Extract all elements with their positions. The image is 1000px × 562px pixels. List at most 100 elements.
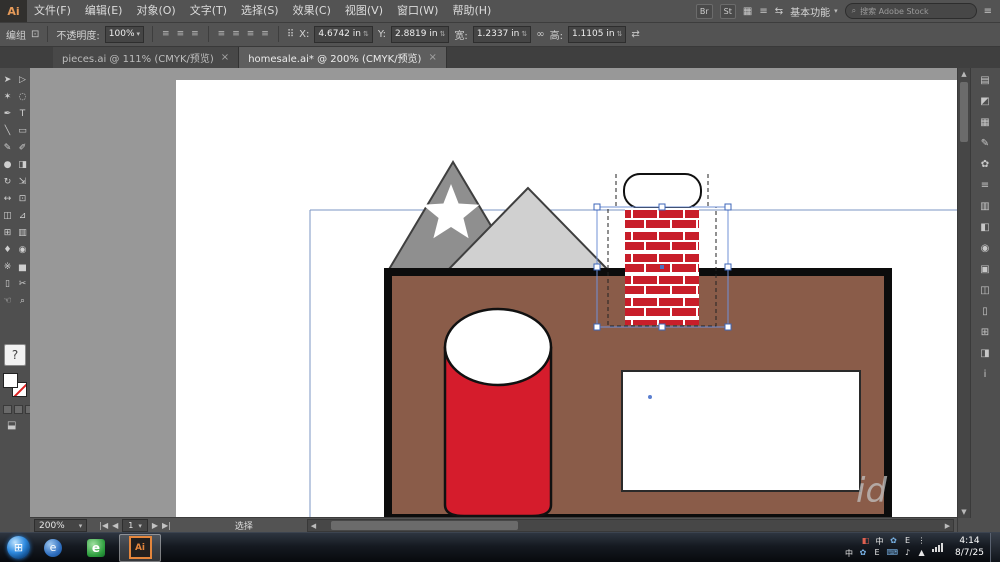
show-desktop-button[interactable] <box>990 533 1000 562</box>
arrange-grid-icon[interactable]: ▦ <box>743 6 752 17</box>
lasso-tool[interactable]: ◌ <box>16 90 30 105</box>
eraser-tool[interactable]: ◨ <box>16 158 30 173</box>
scroll-thumb[interactable] <box>960 82 968 142</box>
next-artboard-button[interactable]: ▶ <box>152 521 158 530</box>
y-input[interactable]: 2.8819 in ⇅ <box>391 26 449 43</box>
menu-view[interactable]: 视图(V) <box>338 0 390 22</box>
tray-app-icon[interactable]: ◧ <box>861 536 870 547</box>
paintbrush-tool[interactable]: ✎ <box>1 141 15 156</box>
color-guide-panel-icon[interactable]: ◩ <box>974 95 996 109</box>
artboards-panel-icon[interactable]: ▯ <box>974 305 996 319</box>
free-transform-tool[interactable]: ⊡ <box>16 192 30 207</box>
gradient-tool[interactable]: ▥ <box>16 226 30 241</box>
door-rectangle-shape[interactable] <box>622 371 860 491</box>
graphic-styles-panel-icon[interactable]: ▣ <box>974 263 996 277</box>
artboard-number-select[interactable]: 1 ▾ <box>122 519 148 532</box>
appearance-panel-icon[interactable]: ◉ <box>974 242 996 256</box>
scroll-up-button[interactable]: ▲ <box>958 68 970 80</box>
pathfinder-panel-icon[interactable]: ◨ <box>974 347 996 361</box>
symbols-panel-icon[interactable]: ✿ <box>974 158 996 172</box>
handle-mid-left[interactable] <box>594 264 600 270</box>
symbol-sprayer-tool[interactable]: ※ <box>1 260 15 275</box>
panel-menu-icon[interactable]: ≡ <box>984 6 992 17</box>
scroll-track[interactable] <box>319 520 942 531</box>
distribute-icon[interactable]: ≡ <box>260 29 270 39</box>
share-icon[interactable]: ⇆ <box>775 6 783 17</box>
blend-tool[interactable]: ◉ <box>16 243 30 258</box>
ime-settings-icon[interactable]: ✿ <box>858 548 867 559</box>
handle-bottom-center[interactable] <box>659 324 665 330</box>
taskbar-browser1[interactable]: e <box>33 535 73 561</box>
menu-type[interactable]: 文字(T) <box>183 0 234 22</box>
slice-tool[interactable]: ✂ <box>16 277 30 292</box>
artboard-tool[interactable]: ▯ <box>1 277 15 292</box>
ime-english-icon[interactable]: E <box>872 548 881 559</box>
line-segment-tool[interactable]: ╲ <box>1 124 15 139</box>
draw-behind-icon[interactable] <box>14 405 23 414</box>
show-hidden-icons[interactable]: ▲ <box>917 548 926 559</box>
reference-point-icon[interactable]: ⠿ <box>287 29 294 40</box>
selection-center-point[interactable] <box>660 265 664 269</box>
bridge-icon[interactable]: Br <box>696 4 713 19</box>
hand-tool[interactable]: ☜ <box>1 294 15 309</box>
align-right-icon[interactable]: ≡ <box>190 29 200 39</box>
taskbar-browser2[interactable]: e <box>76 535 116 561</box>
cylinder-top-ellipse-shape[interactable] <box>445 309 551 385</box>
stroke-panel-icon[interactable]: ≡ <box>974 179 996 193</box>
fill-stroke-control[interactable] <box>3 373 27 397</box>
perspective-grid-tool[interactable]: ⊿ <box>16 209 30 224</box>
scroll-right-button[interactable]: ▶ <box>942 522 953 530</box>
handle-bottom-right[interactable] <box>725 324 731 330</box>
selection-tool[interactable]: ➤ <box>1 73 15 88</box>
direct-selection-tool[interactable]: ▷ <box>16 73 30 88</box>
chimney-cap-shape[interactable] <box>624 174 701 208</box>
arrange-list-icon[interactable]: ≡ <box>759 6 767 17</box>
network-icon[interactable] <box>932 543 943 552</box>
tab-pieces[interactable]: pieces.ai @ 111% (CMYK/预览) × <box>53 47 239 68</box>
menu-effect[interactable]: 效果(C) <box>286 0 338 22</box>
width-tool[interactable]: ↔ <box>1 192 15 207</box>
stock-icon[interactable]: St <box>720 4 736 19</box>
scale-tool[interactable]: ⇲ <box>16 175 30 190</box>
info-panel-icon[interactable]: i <box>974 368 996 382</box>
help-tooltip[interactable]: ? <box>4 344 26 366</box>
transparency-panel-icon[interactable]: ◧ <box>974 221 996 235</box>
height-input[interactable]: 1.1105 in ⇅ <box>568 26 626 43</box>
align-middle-icon[interactable]: ≡ <box>231 29 241 39</box>
spinner-icon[interactable]: ⇅ <box>363 30 369 38</box>
ime-settings-icon[interactable]: ✿ <box>889 536 898 547</box>
swatches-panel-icon[interactable]: ▦ <box>974 116 996 130</box>
spinner-icon[interactable]: ⇅ <box>521 30 527 38</box>
draw-normal-icon[interactable] <box>3 405 12 414</box>
pencil-tool[interactable]: ✐ <box>16 141 30 156</box>
magic-wand-tool[interactable]: ✶ <box>1 90 15 105</box>
color-panel-icon[interactable]: ▤ <box>974 74 996 88</box>
handle-bottom-left[interactable] <box>594 324 600 330</box>
adobe-stock-search-input[interactable]: ⌕ 搜索 Adobe Stock <box>845 3 977 19</box>
mesh-tool[interactable]: ⊞ <box>1 226 15 241</box>
shear-icon[interactable]: ⇄ <box>631 29 639 40</box>
align-bottom-icon[interactable]: ≡ <box>246 29 256 39</box>
type-tool[interactable]: T <box>16 107 30 122</box>
zoom-level-select[interactable]: 200% ▾ <box>34 519 87 532</box>
spinner-icon[interactable]: ⇅ <box>440 30 446 38</box>
keyboard-icon[interactable]: ⌨ <box>886 548 898 559</box>
align-left-icon[interactable]: ≡ <box>161 29 171 39</box>
zoom-tool[interactable]: ⌕ <box>16 294 30 309</box>
app-logo-icon[interactable]: Ai <box>0 0 27 22</box>
spinner-icon[interactable]: ⇅ <box>617 30 623 38</box>
align-panel-icon[interactable]: ⊞ <box>974 326 996 340</box>
close-icon[interactable]: × <box>428 52 436 63</box>
handle-top-left[interactable] <box>594 204 600 210</box>
pen-tool[interactable]: ✒ <box>1 107 15 122</box>
horizontal-scrollbar[interactable]: ◀ ▶ <box>307 519 954 532</box>
menu-help[interactable]: 帮助(H) <box>445 0 498 22</box>
volume-icon[interactable]: ♪ <box>903 548 912 559</box>
anchor-point[interactable] <box>648 395 652 399</box>
align-center-icon[interactable]: ≡ <box>176 29 186 39</box>
brushes-panel-icon[interactable]: ✎ <box>974 137 996 151</box>
handle-top-right[interactable] <box>725 204 731 210</box>
canvas-area[interactable]: id 200% ▾ <box>30 68 958 533</box>
column-graph-tool[interactable]: ▅ <box>16 260 30 275</box>
opacity-input[interactable]: 100% ▾ <box>105 26 144 43</box>
